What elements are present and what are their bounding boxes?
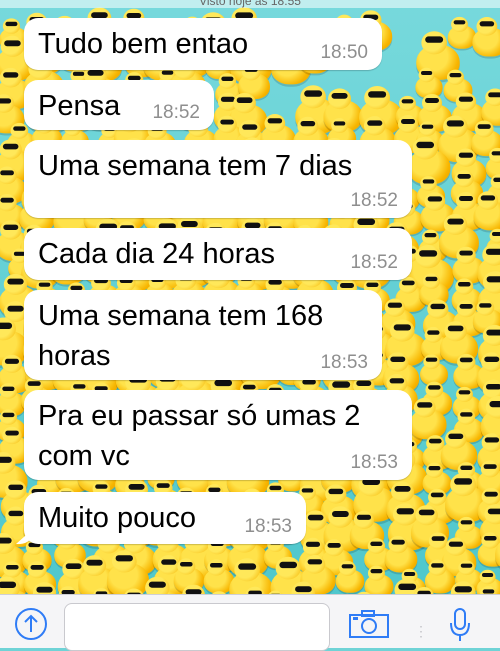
message-bubble[interactable]: Muito pouco 18:53 <box>24 492 306 544</box>
message-time: 18:53 <box>320 352 368 374</box>
message-time: 18:50 <box>320 42 368 64</box>
duck-pattern <box>472 27 500 56</box>
message-input[interactable] <box>64 603 330 651</box>
last-seen-status: Visto hoje às 18:55 <box>0 0 500 8</box>
message-text: Pra eu passar só umas 2 com vc <box>38 396 392 476</box>
share-icon[interactable] <box>14 607 48 641</box>
message-composer: ⋮ <box>0 594 500 648</box>
camera-icon[interactable] <box>348 609 390 639</box>
message-time: 18:52 <box>350 252 398 274</box>
message-bubble[interactable]: Pensa 18:52 <box>24 80 214 130</box>
message-time: 18:52 <box>350 190 398 212</box>
message-bubble[interactable]: Uma semana tem 168 horas 18:53 <box>24 290 382 380</box>
message-bubble[interactable]: Tudo bem entao 18:50 <box>24 18 382 70</box>
message-bubble[interactable]: Cada dia 24 horas 18:52 <box>24 228 412 280</box>
message-time: 18:52 <box>152 102 200 124</box>
message-bubble[interactable]: Pra eu passar só umas 2 com vc 18:53 <box>24 390 412 480</box>
duck-pattern <box>365 574 394 594</box>
duck-pattern <box>336 569 365 593</box>
message-bubble[interactable]: Uma semana tem 7 dias 18:52 <box>24 140 412 218</box>
message-time: 18:53 <box>244 516 292 538</box>
message-text: Uma semana tem 168 horas <box>38 296 362 376</box>
duck-pattern <box>473 202 500 231</box>
message-time: 18:53 <box>350 452 398 474</box>
message-text: Cada dia 24 horas <box>38 234 400 274</box>
composer-divider: ⋮ <box>414 623 416 637</box>
last-seen-text: Visto hoje às 18:55 <box>0 0 500 8</box>
message-text: Uma semana tem 7 dias <box>38 146 400 186</box>
microphone-icon[interactable] <box>448 607 472 643</box>
duck-pattern <box>409 409 446 440</box>
